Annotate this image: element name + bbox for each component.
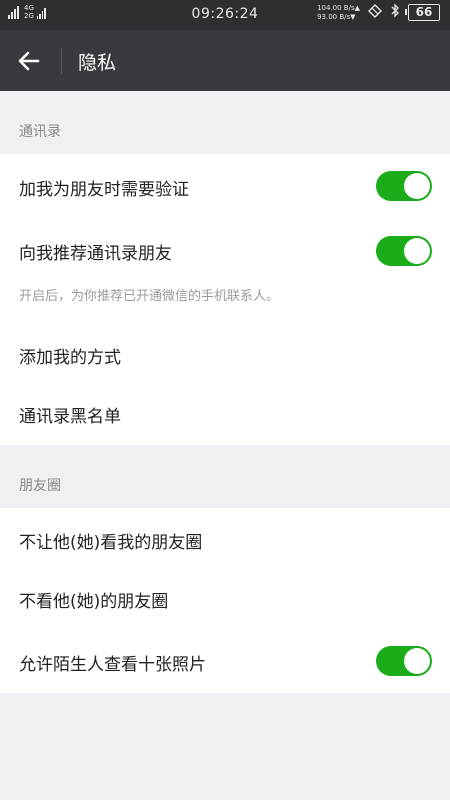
toggle-strangers-ten-photos[interactable] (376, 646, 432, 676)
toggle-knob (404, 238, 430, 264)
status-right: 104.00 B/s▲ 93.00 B/s▼ 66 (317, 3, 440, 22)
row-require-verification[interactable]: 加我为朋友时需要验证 (0, 154, 450, 218)
rotation-lock-icon (368, 3, 382, 22)
section-header-moments: 朋友圈 (0, 445, 450, 508)
section-title-moments: 朋友圈 (19, 478, 61, 494)
row-label: 通讯录黑名单 (19, 407, 121, 427)
toggle-knob (404, 173, 430, 199)
row-label: 不看他(她)的朋友圈 (19, 592, 169, 612)
row-label: 不让他(她)看我的朋友圈 (19, 533, 203, 553)
toggle-knob (404, 648, 430, 674)
section-header-contacts: 通讯录 (0, 91, 450, 154)
upload-speed: 104.00 B/s▲ (317, 3, 360, 12)
battery-indicator: 66 (405, 4, 440, 21)
contacts-group: 加我为朋友时需要验证 向我推荐通讯录朋友 开启后，为你推荐已开通微信的手机联系人… (0, 154, 450, 445)
row-label: 允许陌生人查看十张照片 (19, 655, 206, 675)
back-arrow-icon[interactable] (14, 46, 44, 76)
row-add-me-methods[interactable]: 添加我的方式 (0, 324, 450, 382)
toggle-recommend-contacts[interactable] (376, 236, 432, 266)
row-hide-their-moments[interactable]: 不看他(她)的朋友圈 (0, 568, 450, 628)
header-divider (61, 48, 62, 74)
empty-area (0, 693, 450, 800)
app-header: 隐私 (0, 30, 450, 91)
row-label: 加我为朋友时需要验证 (19, 180, 189, 200)
network-speed: 104.00 B/s▲ 93.00 B/s▼ (317, 4, 360, 22)
row-hide-my-moments[interactable]: 不让他(她)看我的朋友圈 (0, 508, 450, 568)
section-title-contacts: 通讯录 (19, 124, 61, 140)
row-strangers-ten-photos[interactable]: 允许陌生人查看十张照片 (0, 628, 450, 693)
row-description: 开启后，为你推荐已开通微信的手机联系人。 (19, 289, 280, 304)
download-speed: 93.00 B/s▼ (317, 12, 356, 21)
bluetooth-icon (390, 3, 400, 22)
status-bar: 4G 2G 09:26:24 104.00 B/s▲ 93.00 B/s▼ 66 (0, 0, 450, 30)
toggle-require-verification[interactable] (376, 171, 432, 201)
row-label: 向我推荐通讯录朋友 (19, 244, 172, 264)
moments-group: 不让他(她)看我的朋友圈 不看他(她)的朋友圈 允许陌生人查看十张照片 (0, 508, 450, 693)
row-recommend-contacts[interactable]: 向我推荐通讯录朋友 开启后，为你推荐已开通微信的手机联系人。 (0, 218, 450, 318)
row-contacts-blacklist[interactable]: 通讯录黑名单 (0, 382, 450, 445)
row-label: 添加我的方式 (19, 348, 121, 368)
page-title: 隐私 (78, 52, 117, 74)
